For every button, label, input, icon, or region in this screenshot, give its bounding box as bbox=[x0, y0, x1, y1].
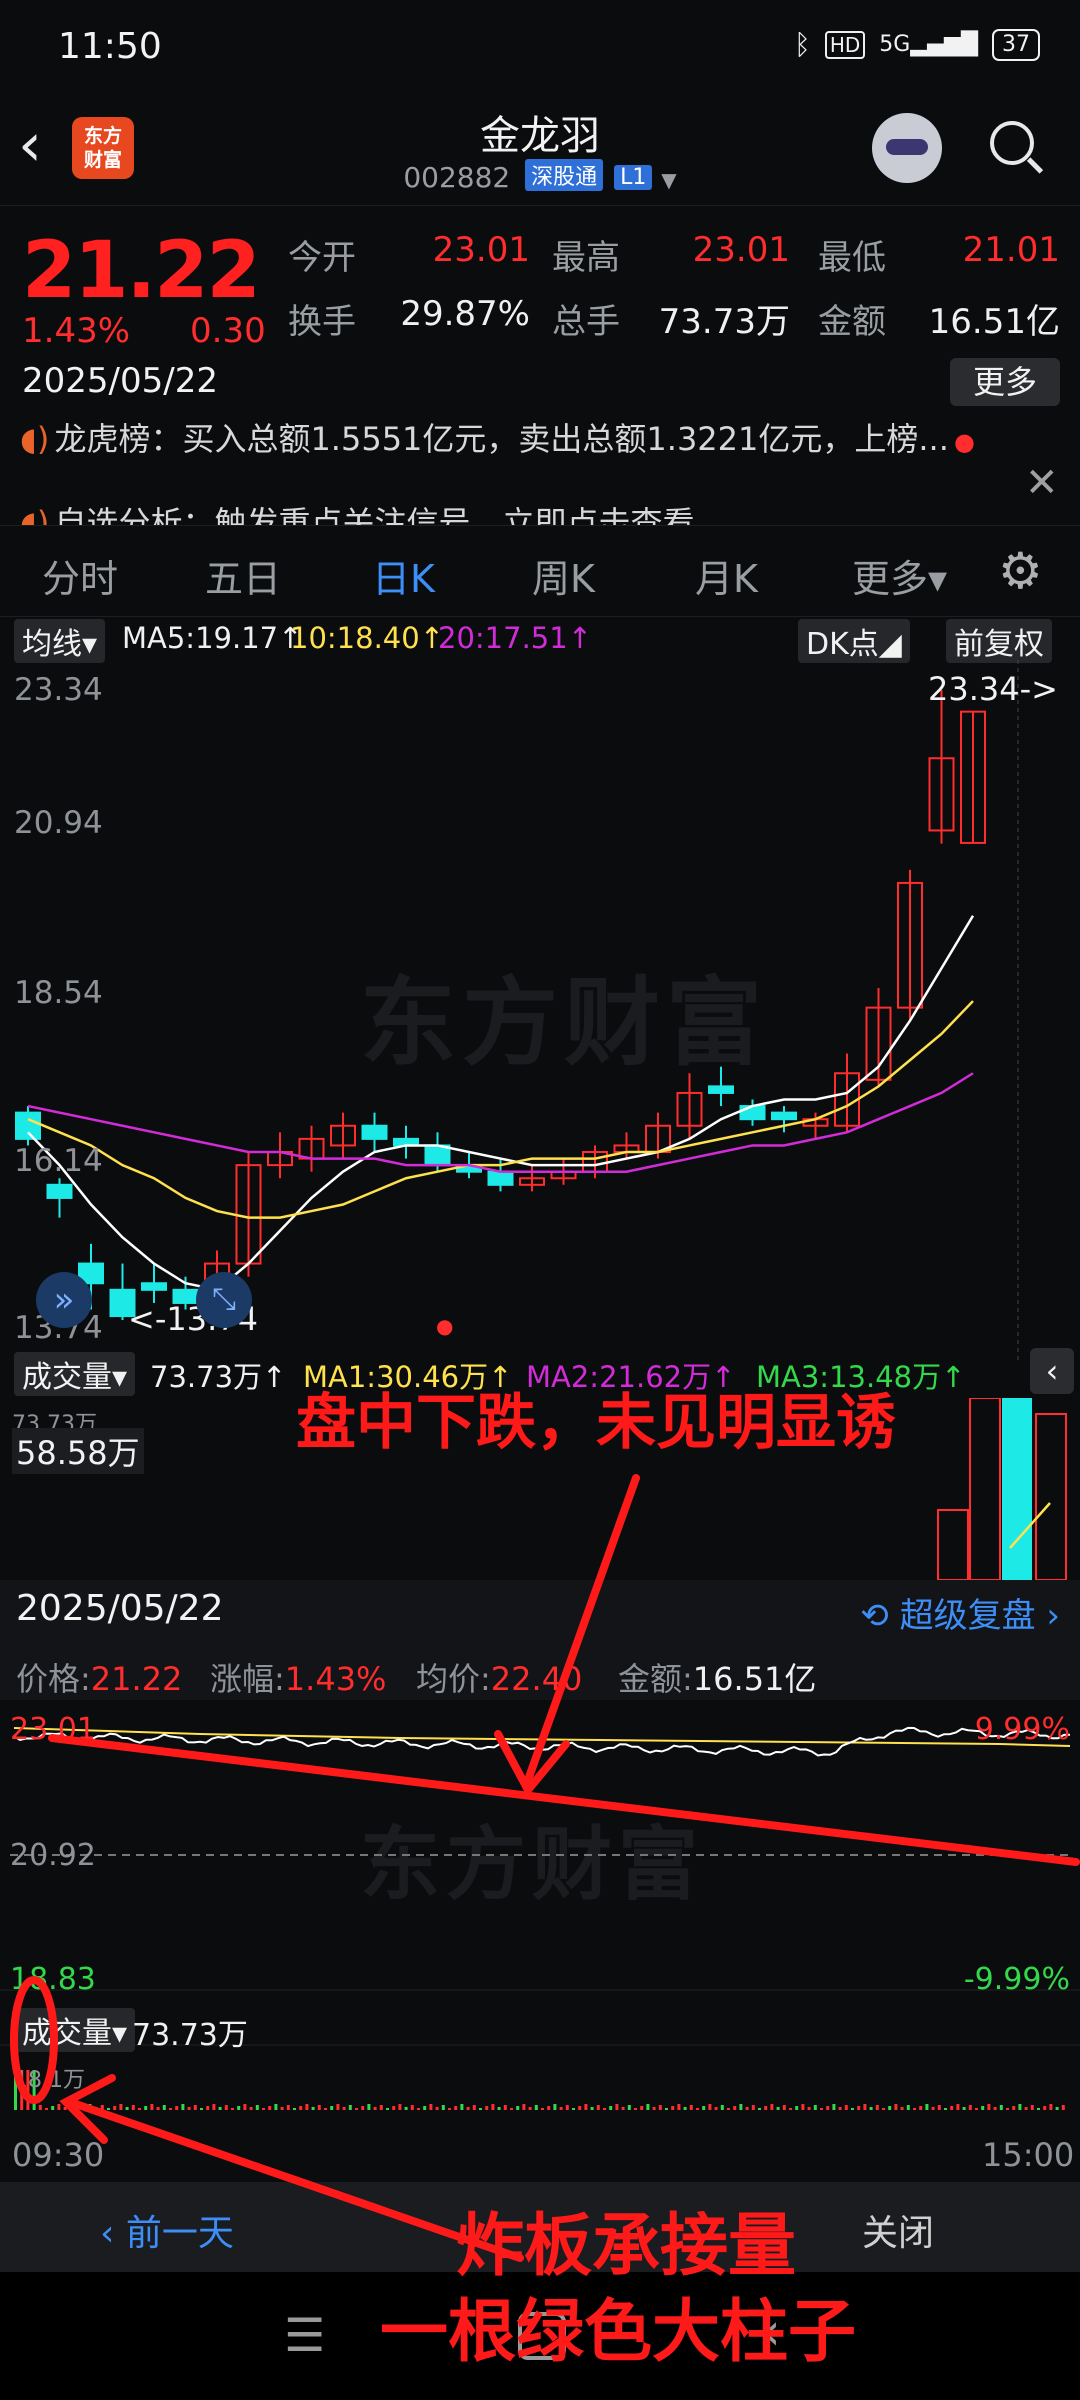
annotation-arrow-1 bbox=[524, 1474, 640, 1784]
annotation-overlay bbox=[10, 1474, 1080, 2262]
annotation-ellipse bbox=[10, 1976, 58, 2104]
annotation-trendline bbox=[48, 1734, 1080, 1866]
annotation-arrow-2 bbox=[66, 2098, 524, 2262]
